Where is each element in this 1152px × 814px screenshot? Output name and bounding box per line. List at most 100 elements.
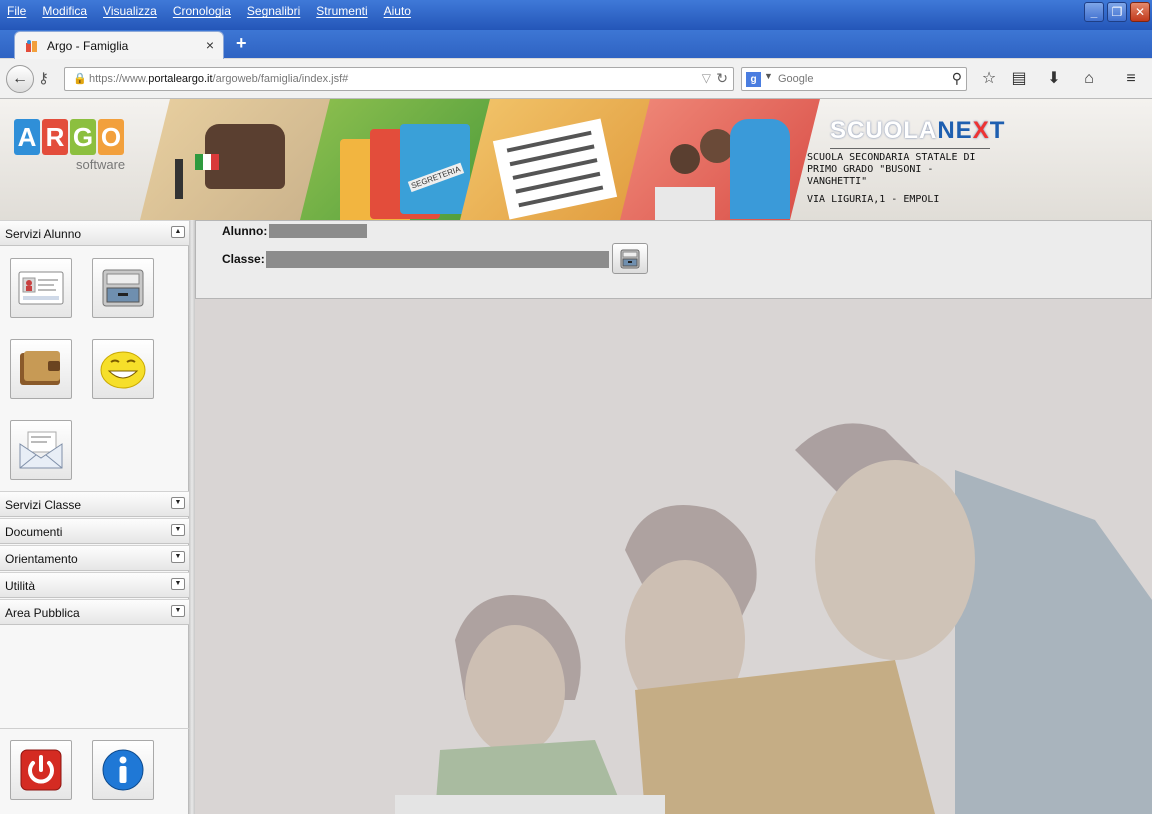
classe-label: Classe: <box>222 252 265 266</box>
sidebar-divider <box>0 728 189 729</box>
collapse-icon[interactable]: ▲ <box>171 226 185 238</box>
home-icon[interactable]: ⌂ <box>1077 67 1101 91</box>
url-text: https://www.portaleargo.it/argoweb/famig… <box>89 73 349 85</box>
school-name: SCUOLA SECONDARIA STATALE DI PRIMO GRADO… <box>807 152 976 187</box>
classe-value-redacted <box>266 251 609 268</box>
logout-button[interactable] <box>10 740 72 800</box>
menu-file[interactable]: File <box>7 4 26 18</box>
power-icon <box>20 749 62 791</box>
laptop-illustration <box>655 187 715 220</box>
student-illustration <box>730 119 790 219</box>
info-button[interactable] <box>92 740 154 800</box>
browser-tab[interactable]: Argo - Famiglia × <box>14 31 224 59</box>
reading-list-icon[interactable]: ▤ <box>1007 67 1031 91</box>
page-header: A R G O software SEGRETERIA SCUOLANEXT S… <box>0 99 1152 220</box>
pencil-cup-illustration <box>175 159 183 199</box>
menu-cronologia[interactable]: Cronologia <box>173 4 231 18</box>
logo-letter: G <box>70 119 96 155</box>
section-label: Documenti <box>5 525 63 539</box>
paper-illustration <box>492 118 618 220</box>
wallet-button[interactable] <box>10 339 72 399</box>
lock-icon: 🔒 <box>73 73 87 85</box>
menu-segnalibri[interactable]: Segnalibri <box>247 4 300 18</box>
section-label: Area Pubblica <box>5 606 80 620</box>
cabinet-button[interactable] <box>92 258 154 318</box>
section-utilita[interactable]: Utilità ▼ <box>0 572 189 598</box>
engine-dropdown-icon[interactable]: ▼ <box>764 71 773 81</box>
google-engine-icon[interactable]: g <box>746 72 761 87</box>
scuolanext-brand: SCUOLANEXT <box>830 117 1006 144</box>
argo-favicon-icon <box>26 40 37 52</box>
wallet-icon <box>20 351 60 385</box>
menu-visualizza[interactable]: Visualizza <box>103 4 157 18</box>
menu-aiuto[interactable]: Aiuto <box>384 4 411 18</box>
bookmark-star-icon[interactable]: ☆ <box>977 67 1001 91</box>
school-address: VIA LIGURIA,1 - EMPOLI <box>807 194 940 205</box>
expand-icon[interactable]: ▼ <box>171 551 185 563</box>
new-tab-button[interactable]: + <box>236 33 247 54</box>
logo-letter: O <box>98 119 124 155</box>
info-icon <box>102 749 144 791</box>
expand-icon[interactable]: ▼ <box>171 497 185 509</box>
section-label: Utilità <box>5 579 36 593</box>
alunno-value-redacted <box>269 224 367 238</box>
menu-strumenti[interactable]: Strumenti <box>316 4 367 18</box>
minimize-icon: _ <box>1090 5 1098 19</box>
section-area-pubblica[interactable]: Area Pubblica ▼ <box>0 599 189 625</box>
messages-button[interactable] <box>10 420 72 480</box>
section-label: Orientamento <box>5 552 78 566</box>
background-illustration <box>395 423 1152 814</box>
alunno-label: Alunno: <box>222 224 268 238</box>
restore-button[interactable]: ❐ <box>1107 2 1127 22</box>
banner-panel-students <box>620 99 820 220</box>
smiley-icon <box>100 351 146 389</box>
flag-illustration <box>195 154 219 170</box>
search-placeholder: Google <box>778 73 814 85</box>
search-bar[interactable]: g ▼ Google ⚲ <box>741 67 967 91</box>
student-info-bar: Alunno: Classe: <box>195 220 1152 299</box>
tab-close-icon[interactable]: × <box>206 37 214 53</box>
brand-divider <box>830 148 990 149</box>
envelope-icon <box>19 431 63 469</box>
select-class-button[interactable] <box>612 243 648 274</box>
hamburger-menu-icon[interactable]: ≡ <box>1119 67 1143 91</box>
search-icon[interactable]: ⚲ <box>952 70 962 87</box>
student-card-button[interactable] <box>10 258 72 318</box>
section-orientamento[interactable]: Orientamento ▼ <box>0 545 189 571</box>
restore-icon: ❐ <box>1111 5 1123 19</box>
section-servizi-alunno[interactable]: Servizi Alunno ▲ <box>0 220 189 246</box>
section-servizi-classe[interactable]: Servizi Classe ▼ <box>0 491 189 517</box>
smiley-button[interactable] <box>92 339 154 399</box>
key-icon[interactable]: ⚷ <box>38 69 49 87</box>
sidebar: Servizi Alunno ▲ Servizi Classe ▼ Docume… <box>0 220 189 814</box>
argo-logo: A R G O <box>14 119 126 155</box>
minimize-button[interactable]: _ <box>1084 2 1104 22</box>
expand-icon[interactable]: ▼ <box>171 605 185 617</box>
folder-label: SEGRETERIA <box>407 162 464 193</box>
menu-bar: File Modifica Visualizza Cronologia Segn… <box>0 0 427 22</box>
downloads-icon[interactable]: ⬇ <box>1042 67 1066 91</box>
url-bar[interactable]: 🔒 https://www.portaleargo.it/argoweb/fam… <box>64 67 734 91</box>
student-card-icon <box>18 271 64 305</box>
tab-title: Argo - Famiglia <box>47 39 129 53</box>
folder-illustration: SEGRETERIA <box>400 124 470 214</box>
section-documenti[interactable]: Documenti ▼ <box>0 518 189 544</box>
logo-letter: A <box>14 119 40 155</box>
reload-icon[interactable]: ↻ <box>716 70 728 87</box>
menu-modifica[interactable]: Modifica <box>42 4 87 18</box>
logo-letter: R <box>42 119 68 155</box>
navigation-bar: ← ⚷ 🔒 https://www.portaleargo.it/argoweb… <box>0 59 1152 99</box>
expand-icon[interactable]: ▼ <box>171 524 185 536</box>
close-icon: ✕ <box>1134 5 1146 19</box>
url-dropdown-icon[interactable]: ▽ <box>702 71 711 85</box>
section-label: Servizi Classe <box>5 498 82 512</box>
student-illustration <box>700 129 734 163</box>
logo-subtitle: software <box>76 157 126 172</box>
student-illustration <box>670 144 700 174</box>
back-button[interactable]: ← <box>6 65 34 93</box>
main-content: Alunno: Classe: <box>195 220 1152 814</box>
expand-icon[interactable]: ▼ <box>171 578 185 590</box>
close-window-button[interactable]: ✕ <box>1130 2 1150 22</box>
cabinet-icon <box>620 249 640 269</box>
section-label: Servizi Alunno <box>5 227 82 241</box>
